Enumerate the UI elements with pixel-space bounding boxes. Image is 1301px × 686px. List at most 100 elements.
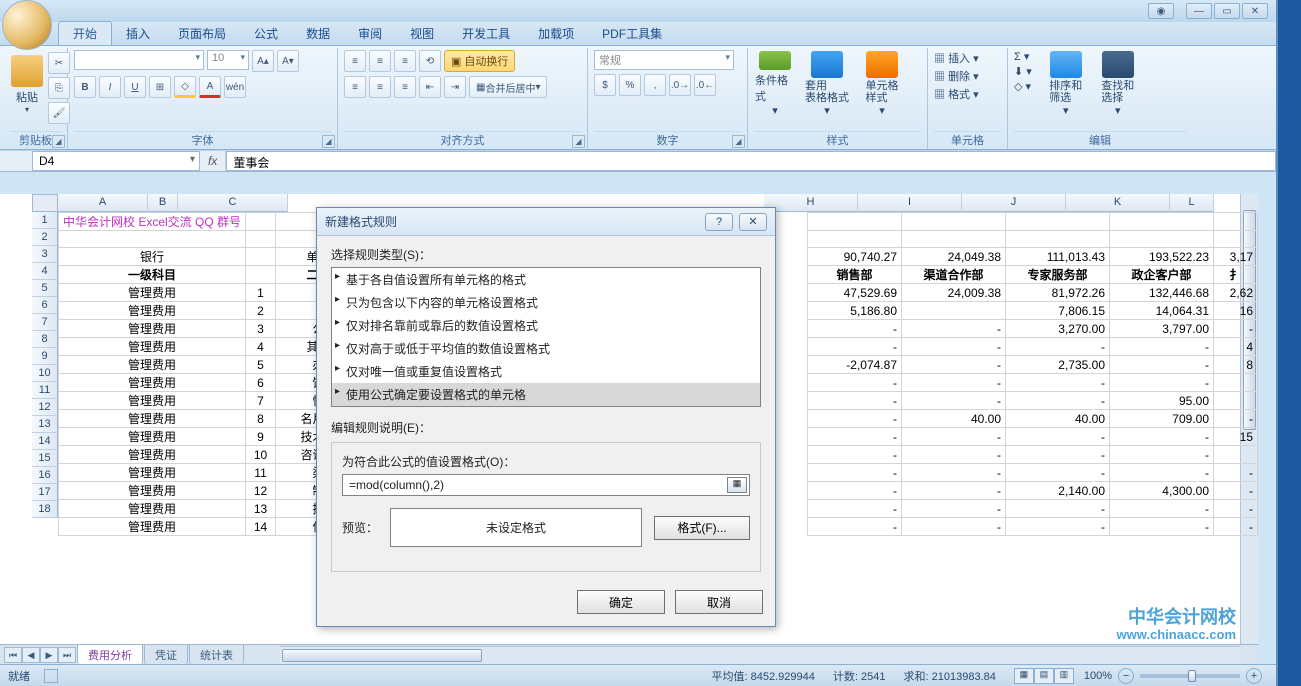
- cell[interactable]: 4: [246, 338, 276, 356]
- cell[interactable]: 管理费用: [59, 284, 246, 302]
- cell[interactable]: 管理费用: [59, 320, 246, 338]
- tab-插入[interactable]: 插入: [112, 22, 164, 45]
- tab-PDF工具集[interactable]: PDF工具集: [588, 22, 676, 45]
- cancel-button[interactable]: 取消: [675, 590, 763, 614]
- cell[interactable]: 3,270.00: [1006, 320, 1110, 338]
- row-header-5[interactable]: 5: [32, 280, 58, 297]
- row-header-12[interactable]: 12: [32, 399, 58, 416]
- number-format-combo[interactable]: 常规: [594, 50, 734, 70]
- cell[interactable]: [1214, 231, 1258, 248]
- row-header-3[interactable]: 3: [32, 246, 58, 263]
- insert-cells-button[interactable]: ▦ 插入 ▾: [934, 50, 979, 66]
- cell[interactable]: -: [902, 428, 1006, 446]
- close-button[interactable]: ✕: [1242, 3, 1268, 19]
- cell[interactable]: -2,074.87: [808, 356, 902, 374]
- cell[interactable]: 47,529.69: [808, 284, 902, 302]
- tab-页面布局[interactable]: 页面布局: [164, 22, 240, 45]
- autosum-button[interactable]: Σ ▾: [1014, 50, 1032, 63]
- align-left-button[interactable]: ≡: [344, 76, 366, 98]
- row-header-11[interactable]: 11: [32, 382, 58, 399]
- name-box[interactable]: D4: [32, 151, 200, 171]
- tab-数据[interactable]: 数据: [292, 22, 344, 45]
- formula-input[interactable]: 董事会: [226, 151, 1276, 171]
- cell[interactable]: 111,013.43: [1006, 248, 1110, 266]
- cell[interactable]: [902, 231, 1006, 248]
- zoom-thumb[interactable]: [1188, 670, 1196, 682]
- increase-font-button[interactable]: A▴: [252, 50, 274, 72]
- font-color-button[interactable]: A: [199, 76, 221, 98]
- cell[interactable]: 2,140.00: [1006, 482, 1110, 500]
- cell[interactable]: 管理费用: [59, 410, 246, 428]
- minimize-button[interactable]: —: [1186, 3, 1212, 19]
- col-header-H[interactable]: H: [764, 194, 858, 212]
- cell[interactable]: -: [808, 500, 902, 518]
- sort-filter-button[interactable]: 排序和 筛选▾: [1042, 50, 1090, 118]
- border-button[interactable]: ⊞: [149, 76, 171, 98]
- cell[interactable]: 2: [246, 302, 276, 320]
- cell[interactable]: -: [1110, 446, 1214, 464]
- italic-button[interactable]: I: [99, 76, 121, 98]
- cell[interactable]: 管理费用: [59, 482, 246, 500]
- row-header-13[interactable]: 13: [32, 416, 58, 433]
- cell[interactable]: -: [808, 374, 902, 392]
- format-painter-button[interactable]: 🖌: [48, 102, 70, 124]
- rule-type-item[interactable]: 基于各自值设置所有单元格的格式: [332, 268, 760, 291]
- cell[interactable]: -: [902, 464, 1006, 482]
- cell[interactable]: -: [808, 338, 902, 356]
- cell[interactable]: -: [1110, 338, 1214, 356]
- tab-nav-first[interactable]: ⏮: [4, 647, 22, 663]
- fill-button[interactable]: ⬇ ▾: [1014, 65, 1032, 78]
- macro-record-icon[interactable]: [44, 669, 58, 683]
- cell[interactable]: -: [1006, 446, 1110, 464]
- cell[interactable]: 3: [246, 320, 276, 338]
- table-format-button[interactable]: 套用 表格格式▾: [800, 50, 854, 118]
- cell[interactable]: [808, 213, 902, 231]
- dialog-help-button[interactable]: ?: [705, 213, 733, 231]
- cell-styles-button[interactable]: 单元格 样式▾: [858, 50, 906, 118]
- scroll-thumb[interactable]: [282, 649, 482, 662]
- restore-button[interactable]: ▭: [1214, 3, 1240, 19]
- wrap-text-button[interactable]: ▣自动换行: [444, 50, 515, 72]
- cell[interactable]: 24,049.38: [902, 248, 1006, 266]
- font-size-combo[interactable]: 10: [207, 50, 249, 70]
- cell[interactable]: -: [902, 356, 1006, 374]
- cell[interactable]: 8: [1214, 356, 1258, 374]
- cell[interactable]: [1214, 213, 1258, 231]
- help-icon[interactable]: ◉: [1148, 3, 1174, 19]
- fill-color-button[interactable]: ◇: [174, 76, 196, 98]
- cell[interactable]: 管理费用: [59, 464, 246, 482]
- cell[interactable]: -: [808, 410, 902, 428]
- cell[interactable]: -: [902, 320, 1006, 338]
- cell[interactable]: [246, 231, 276, 248]
- tab-开发工具[interactable]: 开发工具: [448, 22, 524, 45]
- copy-button[interactable]: ⎘: [48, 77, 70, 99]
- align-middle-button[interactable]: ≡: [369, 50, 391, 72]
- cell[interactable]: -: [1006, 338, 1110, 356]
- decrease-decimal-button[interactable]: .0←: [694, 74, 716, 96]
- phonetic-button[interactable]: wén: [224, 76, 246, 98]
- tab-视图[interactable]: 视图: [396, 22, 448, 45]
- tab-公式[interactable]: 公式: [240, 22, 292, 45]
- cell[interactable]: 管理费用: [59, 428, 246, 446]
- view-normal-button[interactable]: ▦: [1014, 668, 1034, 684]
- bold-button[interactable]: B: [74, 76, 96, 98]
- col-header-J[interactable]: J: [962, 194, 1066, 212]
- cell[interactable]: 7: [246, 392, 276, 410]
- zoom-percent[interactable]: 100%: [1084, 670, 1112, 682]
- cell[interactable]: 11: [246, 464, 276, 482]
- cell[interactable]: 4: [1214, 338, 1258, 356]
- decrease-font-button[interactable]: A▾: [277, 50, 299, 72]
- font-name-combo[interactable]: [74, 50, 204, 70]
- office-button[interactable]: [2, 0, 52, 50]
- cell[interactable]: -: [808, 446, 902, 464]
- row-header-1[interactable]: 1: [32, 212, 58, 229]
- cell[interactable]: 4,300.00: [1110, 482, 1214, 500]
- cell[interactable]: [902, 213, 1006, 231]
- cut-button[interactable]: ✂: [48, 52, 70, 74]
- cell[interactable]: -: [808, 392, 902, 410]
- rule-type-list[interactable]: 基于各自值设置所有单元格的格式只为包含以下内容的单元格设置格式仅对排名靠前或靠后…: [331, 267, 761, 407]
- percent-button[interactable]: %: [619, 74, 641, 96]
- row-header-18[interactable]: 18: [32, 501, 58, 518]
- row-header-8[interactable]: 8: [32, 331, 58, 348]
- sheet-tab-active[interactable]: 费用分析: [77, 644, 143, 665]
